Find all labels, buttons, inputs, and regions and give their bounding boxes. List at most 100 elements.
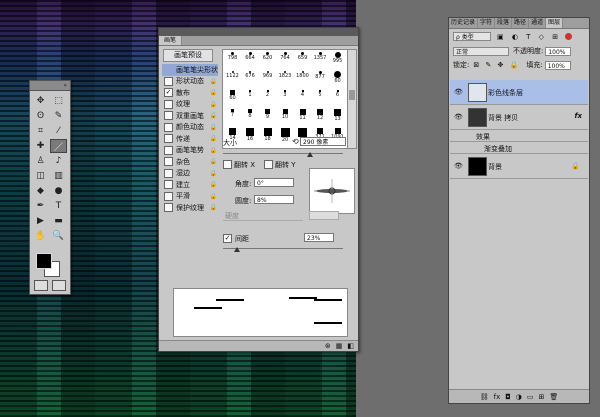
layer-row[interactable]: 👁 背景 拷贝 fx — [450, 105, 588, 130]
size-slider-knob[interactable] — [307, 152, 313, 157]
tools-panel-header[interactable]: » — [30, 81, 70, 91]
layer-thumbnail[interactable] — [468, 83, 487, 102]
brush-presets-button[interactable]: 画笔预设 — [163, 49, 213, 62]
layer-row[interactable]: 👁 彩色线条层 — [450, 80, 588, 105]
eraser-icon[interactable]: ◫ — [32, 169, 49, 183]
brush-tip[interactable]: 1823 — [277, 70, 294, 87]
quick-mask-button[interactable] — [34, 280, 48, 291]
spacing-checkbox[interactable]: ✓ — [223, 234, 232, 243]
layer-effect-row[interactable]: 效果 — [450, 130, 588, 142]
brush-tip[interactable]: 16 — [242, 127, 259, 144]
history-brush-icon[interactable]: ♪ — [50, 154, 67, 168]
brush-option-checkbox[interactable] — [164, 111, 173, 121]
gradient-icon[interactable]: ▥ — [50, 169, 67, 183]
layer-effect-row[interactable]: 渐变叠加 — [450, 142, 588, 154]
new-preset-icon[interactable]: ◧ — [347, 342, 354, 350]
brush-tip[interactable]: 6 — [329, 89, 346, 106]
quick-select-icon[interactable]: ✎ — [50, 109, 67, 123]
hand-icon[interactable]: ✋ — [32, 229, 49, 243]
fill-input[interactable]: 100% — [544, 60, 571, 70]
lock-icon[interactable]: 🔒 — [210, 170, 217, 177]
brush-tip[interactable]: 7 — [224, 108, 241, 125]
brush-tip[interactable]: 60 — [329, 70, 346, 87]
brush-option[interactable]: 建立 🔒 — [162, 179, 218, 191]
tab-brush[interactable]: 画笔 — [159, 36, 183, 45]
layer-name[interactable]: 背景 拷贝 — [488, 113, 518, 123]
brush-tip[interactable]: 10 — [277, 108, 294, 125]
foreground-color-swatch[interactable] — [36, 253, 52, 269]
spacing-slider[interactable] — [223, 248, 343, 249]
lock-icon[interactable]: 🔒 — [210, 101, 217, 108]
brush-tip[interactable]: 664 — [242, 51, 259, 68]
brush-option-checkbox[interactable] — [164, 180, 173, 190]
tab-2[interactable]: 段落 — [495, 18, 513, 28]
fx-icon[interactable]: fx — [574, 112, 582, 120]
brush-icon[interactable]: ／ — [50, 139, 67, 153]
brush-tip[interactable]: 13 — [329, 108, 346, 125]
brush-tip[interactable]: 676 — [242, 70, 259, 87]
brush-tip[interactable]: 969 — [259, 70, 276, 87]
tab-5[interactable]: 图层 — [546, 18, 564, 28]
brush-tip[interactable]: 5 — [312, 89, 329, 106]
brush-option-checkbox[interactable] — [164, 203, 173, 213]
layer-filter-dropdown[interactable]: ρ 类型 — [453, 32, 491, 41]
brush-tip[interactable]: 3 — [277, 89, 294, 106]
brush-tip[interactable]: 798 — [224, 51, 241, 68]
brush-option-checkbox[interactable] — [164, 76, 173, 86]
brush-tip[interactable]: 877 — [312, 70, 329, 87]
tab-4[interactable]: 通道 — [529, 18, 547, 28]
brush-tip[interactable]: 1 — [242, 89, 259, 106]
brush-tip[interactable]: 1122 — [224, 70, 241, 87]
opacity-input[interactable]: 100% — [545, 46, 572, 56]
trash-icon[interactable]: 🗑 — [549, 393, 558, 401]
grid-icon[interactable]: ▦ — [336, 342, 343, 350]
size-input[interactable]: 290 像素 — [300, 137, 346, 146]
hardness-slider[interactable] — [223, 220, 303, 221]
healing-icon[interactable]: ✚ — [32, 139, 49, 153]
brush-option[interactable]: ✓ 散布 🔒 — [162, 87, 218, 99]
lock-icon[interactable]: 🔒 — [210, 124, 217, 131]
brush-tip[interactable]: 620 — [259, 51, 276, 68]
layer-name[interactable]: 彩色线条层 — [488, 88, 523, 98]
folder-icon[interactable]: ▭ — [527, 393, 534, 401]
move-icon[interactable]: ✥ — [32, 94, 49, 108]
brush-tip[interactable]: 764 — [277, 51, 294, 68]
brush-option-checkbox[interactable] — [164, 191, 173, 201]
brush-option-checkbox[interactable] — [164, 134, 173, 144]
brush-option[interactable]: 颜色动态 🔒 — [162, 122, 218, 134]
lock-icon[interactable]: 🔒 — [210, 78, 217, 85]
size-slider[interactable] — [223, 153, 343, 154]
layer-thumbnail[interactable] — [468, 108, 487, 127]
brush-tip[interactable]: 8 — [242, 108, 259, 125]
brush-tip[interactable]: 18 — [259, 127, 276, 144]
brush-option-checkbox[interactable] — [164, 99, 173, 109]
zoom-icon[interactable]: 🔍 — [50, 229, 67, 243]
brush-tip[interactable]: 12 — [312, 108, 329, 125]
layer-name[interactable]: 效果 — [476, 132, 490, 142]
brush-option[interactable]: 湿边 🔒 — [162, 168, 218, 180]
brush-option[interactable]: 杂色 🔒 — [162, 156, 218, 168]
layer-name[interactable]: 渐变叠加 — [484, 144, 512, 154]
filter-toggle-icon[interactable] — [565, 33, 573, 40]
brush-tip[interactable]: 995 — [329, 51, 346, 68]
crop-icon[interactable]: ⌗ — [32, 124, 49, 138]
brush-option[interactable]: 双重画笔 🔒 — [162, 110, 218, 122]
brush-tip[interactable]: 20 — [277, 127, 294, 144]
brush-option-checkbox[interactable] — [164, 157, 173, 167]
brush-option[interactable]: 纹理 🔒 — [162, 99, 218, 111]
lock-icon[interactable]: 🔒 — [210, 135, 217, 142]
blend-mode-dropdown[interactable]: 正常 — [453, 46, 509, 56]
brush-option-checkbox[interactable] — [164, 145, 173, 155]
brush-option[interactable]: 平滑 🔒 — [162, 191, 218, 203]
eye-icon[interactable]: 👁 — [454, 88, 463, 96]
fx-icon[interactable]: fx — [494, 393, 501, 401]
tab-0[interactable]: 历史记录 — [449, 18, 479, 28]
brush-option-checkbox[interactable]: ✓ — [164, 88, 173, 98]
lock-icon[interactable]: 🔒 — [210, 181, 217, 188]
lock-icons[interactable]: ⊠ ✎ ✥ 🔒 — [473, 61, 520, 69]
brush-tip[interactable]: 1800 — [294, 70, 311, 87]
brush-tip-scrollbar[interactable] — [347, 49, 357, 149]
brush-tip[interactable]: 9 — [259, 108, 276, 125]
brush-tip-grid[interactable]: 798 664 620 764 659 1357 995 1122 676 969 1823 1800… — [222, 49, 348, 149]
lock-icon[interactable]: 🔒 — [210, 112, 217, 119]
